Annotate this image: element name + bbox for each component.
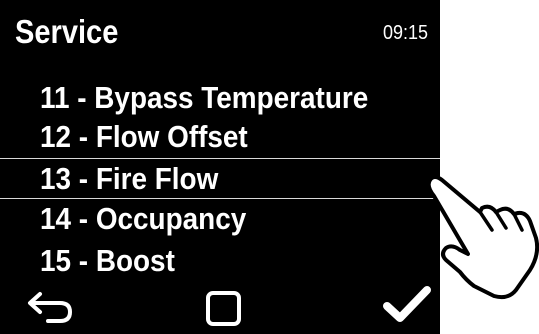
menu-item-label: 15 - Boost bbox=[40, 243, 175, 278]
menu-item-occupancy[interactable]: 14 - Occupancy bbox=[0, 199, 440, 237]
clock-time: 09:15 bbox=[382, 22, 428, 44]
menu-item-boost[interactable]: 15 - Boost bbox=[0, 241, 440, 279]
menu-item-flow-offset[interactable]: 12 - Flow Offset bbox=[0, 117, 440, 155]
device-screen: Service 09:15 11 - Bypass Temperature 12… bbox=[0, 0, 440, 334]
menu-item-label: 11 - Bypass Temperature bbox=[40, 80, 369, 115]
back-arrow-icon[interactable] bbox=[26, 288, 74, 324]
pointing-hand-icon bbox=[426, 175, 539, 300]
menu-item-label: 12 - Flow Offset bbox=[40, 119, 248, 154]
menu-item-fire-flow[interactable]: 13 - Fire Flow bbox=[0, 158, 440, 199]
menu-item-label: 14 - Occupancy bbox=[40, 201, 247, 236]
menu-item-label: 13 - Fire Flow bbox=[40, 161, 219, 196]
page-title: Service bbox=[15, 13, 119, 50]
footer-bar bbox=[0, 285, 440, 334]
menu-item-bypass-temperature[interactable]: 11 - Bypass Temperature bbox=[0, 78, 440, 116]
square-icon[interactable] bbox=[205, 291, 242, 327]
